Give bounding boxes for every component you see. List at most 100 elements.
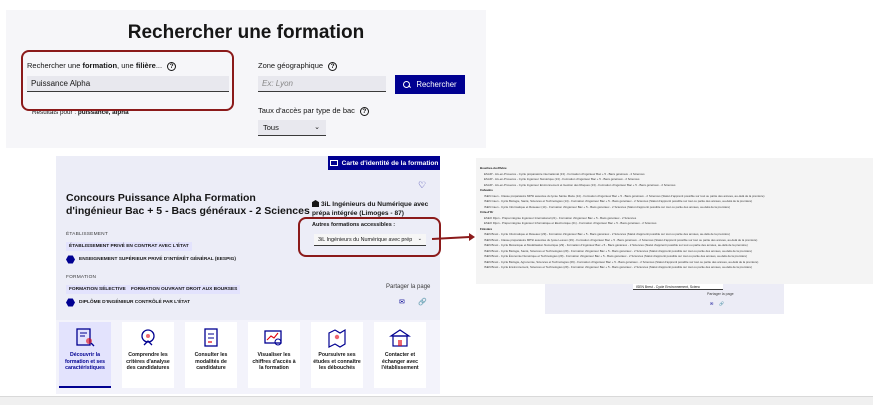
checklist-icon [204,328,218,347]
location-block: 3iL Ingénieurs du Numérique avec prépa i… [312,200,432,218]
tile-label: Consulter les modalités de candidature [194,352,228,372]
chevron-down-icon: ⌄ [314,124,320,131]
formation-search-label: Rechercher une formation, une filière...… [27,61,177,71]
diploma-label: DIPLÔME D'INGÉNIEUR CONTRÔLÉ PAR L'ÉTAT [66,298,190,307]
mail-icon[interactable]: ✉ [399,298,405,306]
favorite-heart-icon[interactable]: ♡ [418,180,426,191]
eespig-label-text: ENSEIGNEMENT SUPÉRIEUR PRIVÉ D'INTÉRÊT G… [79,257,236,262]
criteria-icon [141,329,155,346]
share-label: Partager la page [386,284,431,290]
list-group-heading: Côte-d'Or [480,210,494,214]
formation-title: Concours Puissance Alpha Formation d'ing… [66,192,310,217]
results-query: puissance, alpha [77,109,129,116]
chart-search-icon [264,330,282,346]
list-item[interactable]: ISEN Brest - Cycle Mécanique et Modélisa… [484,243,870,247]
tile-label: Poursuivre ses études et connaître les d… [313,352,361,372]
eespig-label: ENSEIGNEMENT SUPÉRIEUR PRIVÉ D'INTÉRÊT G… [66,255,236,264]
diploma-label-text: DIPLÔME D'INGÉNIEUR CONTRÔLÉ PAR L'ÉTAT [79,300,191,305]
formation-section-label: FORMATION [66,275,97,280]
list-group-heading: Calvados [480,188,493,192]
search-icon [403,80,411,89]
formation-label-bold: formation [82,61,118,70]
location-text: 3iL Ingénieurs du Numérique avec prépa i… [312,201,429,217]
building-icon [389,329,411,347]
search-button-label: Rechercher [416,80,457,89]
list-item[interactable]: ISEN Brest - Cycle Biologie, Santé, Scie… [484,249,870,253]
help-icon[interactable]: ? [167,61,177,71]
tile-application[interactable]: Consulter les modalités de candidature [185,322,237,388]
mini-formation-select[interactable]: ISEN Brest - Cycle Environnement, Scienc [633,284,723,290]
establishment-tag: ÉTABLISSEMENT PRIVÉ EN CONTRAT AVEC L'ÉT… [66,242,192,251]
other-formations-value: 3iL Ingénieurs du Numérique avec prép [318,236,413,243]
list-item[interactable]: ISEN Caen - Cycle Biologie, Santé, Scien… [484,199,870,203]
document-search-icon [76,328,95,347]
formation-label-mid: , une [117,61,136,70]
chevron-down-icon: ⌄ [417,236,422,242]
tile-contact[interactable]: Contacter et échanger avec l'établisseme… [374,322,426,388]
formation-label-prefix: Rechercher une [27,61,83,70]
other-formations-select[interactable]: 3iL Ingénieurs du Numérique avec prép ⌄ [314,234,426,246]
access-rate-value: Tous [263,123,279,132]
tile-label: Contacter et échanger avec l'établisseme… [381,352,419,372]
mini-card-footer: ISEN Brest - Cycle Environnement, Scienc… [545,284,784,314]
list-item[interactable]: ISEN Brest - Cycle Biologie, Agronomie, … [484,260,870,264]
tiles-row: Découvrir la formation et ses caractéris… [56,322,440,394]
id-card-button-label: Carte d'identité de la formation [341,159,439,167]
filiere-label-bold: filière [135,61,156,70]
mini-share-label: Partager la page [707,292,734,296]
zone-label-text: Zone géographique [258,61,324,70]
tile-discover[interactable]: Découvrir la formation et ses caractéris… [59,322,111,388]
selective-tag: FORMATION SÉLECTIVE [66,285,129,294]
tile-figures[interactable]: Visualiser les chiffres d'accès à la for… [248,322,300,388]
bottom-bar [0,396,873,405]
list-item[interactable]: ESEO Dijon - Prépa intégrée Ingénieur In… [484,216,870,220]
access-rate-select[interactable]: Tous ⌄ [258,120,326,136]
map-icon [328,328,346,348]
diploma-badge-icon [66,298,75,307]
formation-label-suffix: ... [155,61,163,70]
list-group-heading: Finistère [480,226,493,231]
tile-label: Comprendre les critères d'analyse des ca… [126,352,170,372]
formation-search-input[interactable]: Puissance Alpha [27,76,229,92]
tile-outcomes[interactable]: Poursuivre ses études et connaître les d… [311,322,363,388]
search-button[interactable]: Rechercher [395,75,465,94]
results-for-text: Résultats pour : puissance, alpha [32,109,129,116]
list-item[interactable]: ESAIP - Aix-en-Provence - Cycle préparat… [484,172,870,176]
mini-select-value: ISEN Brest - Cycle Environnement, Scienc [636,285,701,289]
screenshot-root: Rechercher une formation Rechercher une … [0,0,873,405]
zone-input[interactable]: Ex: Lyon [258,76,386,92]
list-item[interactable]: ISEN Brest - Cycle Environnement, Scienc… [484,265,870,269]
other-formations-list: Bouches-du-Rhône ESAIP - Aix-en-Provence … [476,158,873,284]
zone-label: Zone géographique? [258,61,338,71]
list-item[interactable]: ISEN Brest - Classe préparatoire MPSI as… [484,238,870,242]
list-item[interactable]: ESAIP - Aix-en-Provence - Cycle Ingénieu… [484,183,870,187]
link-icon[interactable]: 🔗 [719,301,724,306]
annotation-arrow-head [469,233,475,241]
id-card-button[interactable]: Carte d'identité de la formation [328,156,440,170]
other-formations-label: Autres formations accessibles : [312,222,396,228]
help-icon[interactable]: ? [359,106,369,116]
results-prefix: Résultats pour : [32,109,78,116]
list-item[interactable]: ISEN Caen - Cycle Informatique et Réseau… [484,205,870,209]
access-rate-label-text: Taux d'accès par type de bac [258,106,355,115]
id-card-icon [329,160,338,166]
tile-label: Visualiser les chiffres d'accès à la for… [252,352,296,372]
list-item[interactable]: ISEN Caen - Classe préparatoire MPSI ass… [484,194,870,198]
list-item[interactable]: ISEN Brest - Cycle Économie Numérique et… [484,254,870,258]
help-icon[interactable]: ? [328,61,338,71]
search-panel: Rechercher une formation Rechercher une … [6,10,486,148]
access-rate-label: Taux d'accès par type de bac? [258,106,369,116]
page-title: Rechercher une formation [127,22,365,43]
establishment-section-label: ÉTABLISSEMENT [66,232,108,237]
tile-label: Découvrir la formation et ses caractéris… [64,352,106,372]
list-item[interactable]: ESEO Dijon - Prépa intégrée Ingénieur In… [484,221,870,225]
link-icon[interactable]: 🔗 [418,298,427,306]
list-item[interactable]: ISEN Brest - Cycle Informatique et Résea… [484,232,870,236]
list-item[interactable]: ESAIP - Aix-en-Provence - Cycle Ingénieu… [484,177,870,181]
scholarship-tag: FORMATION OUVRANT DROIT AUX BOURSES [128,285,241,294]
tile-criteria[interactable]: Comprendre les critères d'analyse des ca… [122,322,174,388]
eespig-badge-icon [66,255,75,264]
mail-icon[interactable]: ✉ [710,301,713,306]
building-icon [312,200,319,207]
list-group-heading: Bouches-du-Rhône [480,166,507,170]
